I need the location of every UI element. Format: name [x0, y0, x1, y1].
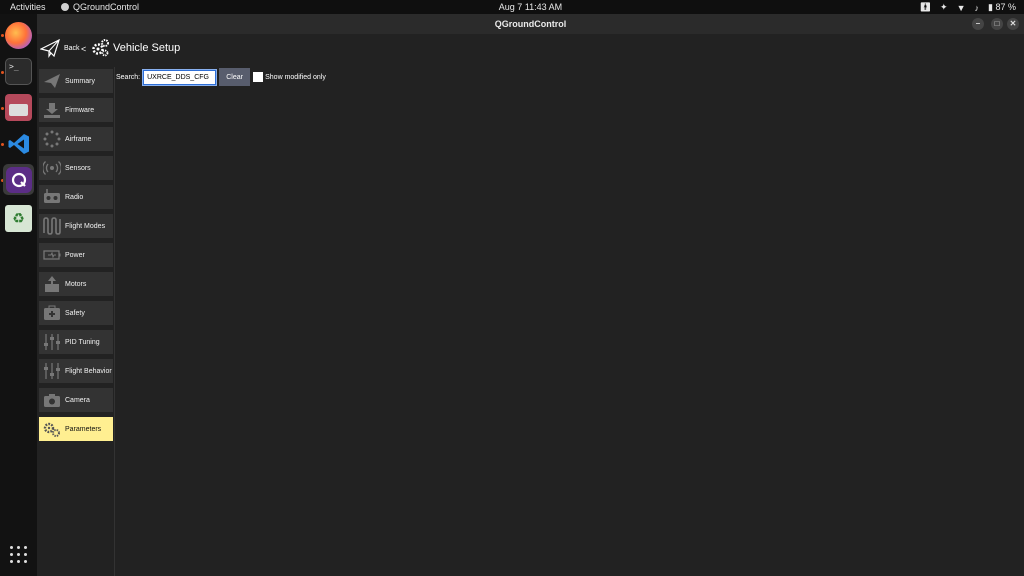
breadcrumb-separator: <: [81, 44, 87, 54]
minimize-icon[interactable]: –: [972, 18, 984, 30]
sidebar-item-camera[interactable]: Camera: [39, 388, 113, 412]
radio-icon: [42, 187, 62, 207]
sidebar-item-parameters[interactable]: Parameters: [39, 417, 113, 441]
window-title: QGroundControl: [494, 19, 567, 29]
parameter-search-bar: Search: Clear Show modified only: [116, 68, 326, 86]
terminal-glyph: >_: [9, 62, 19, 71]
sidebar-item-label: Flight Modes: [65, 222, 106, 230]
motor-icon: [42, 274, 62, 294]
accessibility-icon: 🚹︎: [919, 2, 932, 12]
battery-indicator: ▮ 87 %: [988, 2, 1016, 13]
sidebar-item-sensors[interactable]: Sensors: [39, 156, 113, 180]
system-top-bar: Activities QGroundControl Aug 7 11:43 AM…: [0, 0, 1024, 14]
window-titlebar[interactable]: QGroundControl – □ ✕: [37, 14, 1024, 34]
terminal-icon[interactable]: >_: [5, 58, 32, 85]
plane-icon: [42, 71, 62, 91]
sidebar-item-pid-tuning[interactable]: PID Tuning: [39, 330, 113, 354]
sidebar-item-label: Radio: [65, 193, 84, 201]
qgroundcontrol-icon: [5, 166, 32, 193]
sidebar-item-summary[interactable]: Summary: [39, 69, 113, 93]
battery-percent: 87 %: [995, 2, 1016, 12]
sidebar-item-label: Parameters: [65, 425, 102, 433]
running-indicator: [1, 34, 4, 37]
sidebar-item-label: Sensors: [65, 164, 91, 172]
sidebar-item-label: Airframe: [65, 135, 92, 143]
gears-icon: [42, 419, 62, 439]
sidebar-item-label: Firmware: [65, 106, 95, 114]
sidebar-item-motors[interactable]: Motors: [39, 272, 113, 296]
back-button[interactable]: Back: [40, 38, 80, 58]
search-label: Search:: [116, 73, 141, 81]
sidebar-item-label: Motors: [65, 280, 87, 288]
close-icon[interactable]: ✕: [1007, 18, 1019, 30]
show-modified-only-checkbox[interactable]: [253, 72, 264, 82]
sidebar-item-radio[interactable]: Radio: [39, 185, 113, 209]
page-title: Vehicle Setup: [90, 38, 180, 58]
sidebar-item-label: Power: [65, 251, 85, 259]
wifi-icon: ▼: [956, 2, 966, 13]
files-icon[interactable]: [5, 94, 32, 121]
sidebar-item-flight-modes[interactable]: Flight Modes: [39, 214, 113, 238]
sensors-icon: [42, 158, 62, 178]
sidebar-item-label: Summary: [65, 77, 95, 85]
sliders-icon: [42, 361, 62, 381]
sidebar-item-power[interactable]: Power: [39, 243, 113, 267]
network-icon: ✦: [940, 2, 948, 12]
system-tray[interactable]: 🚹︎ ✦ ▼ ♪ ▮ 87 %: [920, 2, 1016, 13]
page-title-text: Vehicle Setup: [113, 42, 181, 54]
setup-header: Back < Vehicle Setup: [37, 34, 1024, 64]
download-icon: [42, 100, 62, 120]
gears-icon: [92, 39, 109, 57]
airframe-icon: [42, 129, 62, 149]
maximize-icon[interactable]: □: [991, 18, 1003, 30]
show-modified-only-label: Show modified only: [265, 73, 326, 81]
qgroundcontrol-app: Back < Vehicle Setup Summary Firmware Ai…: [37, 34, 1024, 576]
running-indicator: [1, 71, 4, 74]
setup-sidebar: Summary Firmware Airframe Sensors Radio …: [37, 67, 115, 576]
sidebar-item-label: Safety: [65, 309, 85, 317]
back-label: Back: [64, 44, 80, 52]
sidebar-item-flight-behavior[interactable]: Flight Behavior: [39, 359, 113, 383]
qgroundcontrol-dock-item[interactable]: [3, 164, 34, 195]
search-input[interactable]: [142, 68, 218, 86]
sidebar-item-label: Flight Behavior: [65, 367, 112, 375]
volume-icon: ♪: [974, 2, 980, 13]
running-indicator: [1, 143, 4, 146]
battery-icon: ▮: [988, 2, 993, 12]
clear-button[interactable]: Clear: [219, 68, 251, 86]
show-apps-icon[interactable]: [10, 546, 27, 563]
sidebar-item-airframe[interactable]: Airframe: [39, 127, 113, 151]
camera-icon: [42, 390, 62, 410]
flight-modes-icon: [42, 216, 62, 236]
firefox-icon[interactable]: [5, 22, 32, 49]
running-indicator: [1, 107, 4, 110]
dock: >_ ♻: [0, 14, 37, 576]
paper-plane-icon: [40, 38, 60, 58]
sidebar-item-label: PID Tuning: [65, 338, 100, 346]
trash-icon[interactable]: ♻: [5, 205, 32, 232]
first-aid-icon: [42, 303, 62, 323]
sidebar-item-safety[interactable]: Safety: [39, 301, 113, 325]
sidebar-item-firmware[interactable]: Firmware: [39, 98, 113, 122]
sidebar-item-label: Camera: [65, 396, 90, 404]
vscode-icon[interactable]: [5, 130, 32, 157]
battery-icon: [42, 245, 62, 265]
clock[interactable]: Aug 7 11:43 AM: [0, 2, 1024, 12]
sliders-icon: [42, 332, 62, 352]
